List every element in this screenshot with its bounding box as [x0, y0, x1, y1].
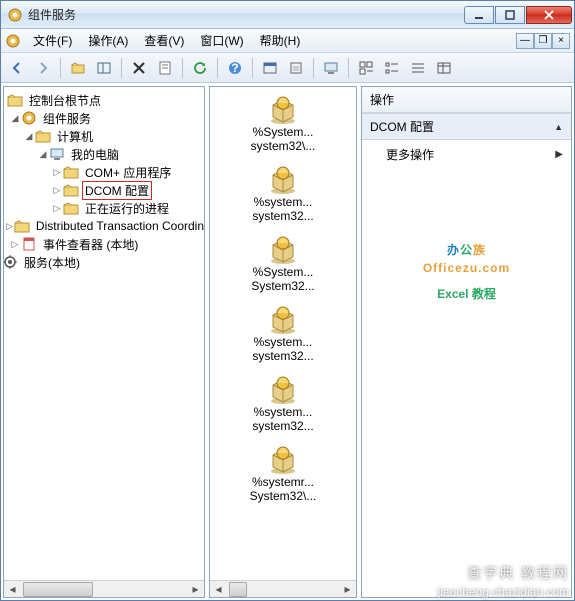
tree-dcom-config[interactable]: ▷ DCOM 配置 — [6, 181, 202, 199]
package-icon — [267, 233, 299, 265]
minimize-button[interactable] — [464, 6, 494, 24]
tree-event-viewer[interactable]: ▷ 事件查看器 (本地) — [6, 235, 202, 253]
watermark: 办公族 Officezu.com Excel 教程 — [423, 229, 510, 304]
actions-section-label: DCOM 配置 — [370, 118, 434, 135]
actions-pane: 操作 DCOM 配置 ▲ 更多操作 ▶ 办公族 Officezu.com Exc… — [361, 86, 572, 598]
mdi-close-button[interactable]: × — [552, 33, 570, 49]
toolbar-misc-2[interactable] — [284, 56, 308, 80]
collapse-icon: ▲ — [554, 122, 563, 132]
list-item-line2: system32... — [252, 349, 313, 363]
twisty-icon[interactable]: ▷ — [52, 203, 62, 214]
list-item[interactable]: %System...System32... — [210, 233, 356, 293]
twisty-icon[interactable]: ▷ — [10, 239, 20, 250]
menu-action[interactable]: 操作(A) — [80, 29, 136, 52]
twisty-icon[interactable]: ◢ — [38, 149, 48, 160]
tree-pane: 控制台根节点 ◢ 组件服务 ◢ 计算机 ◢ 我的电脑 — [3, 86, 205, 598]
show-hide-tree-button[interactable] — [92, 56, 116, 80]
package-icon — [267, 373, 299, 405]
list-item-line1: %systemr... — [252, 475, 314, 489]
tree-com-plus-apps[interactable]: ▷ COM+ 应用程序 — [6, 163, 202, 181]
list-item-line1: %system... — [254, 405, 313, 419]
twisty-icon[interactable]: ▷ — [52, 167, 62, 178]
app-icon-small — [5, 33, 21, 49]
tree-running-processes[interactable]: ▷ 正在运行的进程 — [6, 199, 202, 217]
list-item-line2: system32... — [252, 209, 313, 223]
delete-button[interactable] — [127, 56, 151, 80]
view-large-icons-button[interactable] — [354, 56, 378, 80]
actions-more-label: 更多操作 — [386, 146, 434, 163]
twisty-icon[interactable]: ◢ — [10, 113, 20, 124]
titlebar: 组件服务 — [1, 1, 574, 29]
list-item[interactable]: %system...system32... — [210, 163, 356, 223]
view-small-icons-button[interactable] — [380, 56, 404, 80]
actions-more[interactable]: 更多操作 ▶ — [362, 140, 571, 169]
menu-view[interactable]: 查看(V) — [136, 29, 192, 52]
window-title: 组件服务 — [28, 6, 463, 23]
refresh-button[interactable] — [188, 56, 212, 80]
computer-icon-button[interactable] — [319, 56, 343, 80]
tree-component-services[interactable]: ◢ 组件服务 — [6, 109, 202, 127]
toolbar-misc-1[interactable] — [258, 56, 282, 80]
menu-help[interactable]: 帮助(H) — [252, 29, 309, 52]
tree-my-computer[interactable]: ◢ 我的电脑 — [6, 145, 202, 163]
forward-button[interactable] — [31, 56, 55, 80]
up-folder-button[interactable] — [66, 56, 90, 80]
list-item[interactable]: %System...system32\... — [210, 93, 356, 153]
maximize-button[interactable] — [495, 6, 525, 24]
view-list-button[interactable] — [406, 56, 430, 80]
app-icon — [7, 7, 23, 23]
properties-button[interactable] — [153, 56, 177, 80]
package-icon — [267, 443, 299, 475]
actions-section[interactable]: DCOM 配置 ▲ — [362, 113, 571, 140]
package-icon — [267, 93, 299, 125]
toolbar: ? — [1, 53, 574, 83]
tree-computers[interactable]: ◢ 计算机 — [6, 127, 202, 145]
list-item-line1: %System... — [253, 125, 314, 139]
tree-dtc[interactable]: ▷ Distributed Transaction Coordinator — [6, 217, 202, 235]
back-button[interactable] — [5, 56, 29, 80]
package-icon — [267, 303, 299, 335]
list-item-line2: System32\... — [250, 489, 317, 503]
list-item-line1: %system... — [254, 335, 313, 349]
list-pane: %System...system32\...%system...system32… — [209, 86, 357, 598]
actions-header: 操作 — [362, 87, 571, 113]
mdi-minimize-button[interactable]: — — [516, 33, 534, 49]
help-button[interactable]: ? — [223, 56, 247, 80]
view-details-button[interactable] — [432, 56, 456, 80]
close-button[interactable] — [526, 6, 572, 24]
list-item-line2: system32... — [252, 419, 313, 433]
menu-window[interactable]: 窗口(W) — [192, 29, 251, 52]
package-icon — [267, 163, 299, 195]
twisty-icon[interactable]: ◢ — [24, 131, 34, 142]
list-item-line1: %System... — [253, 265, 314, 279]
menu-file[interactable]: 文件(F) — [25, 29, 80, 52]
mdi-restore-button[interactable]: ❐ — [534, 33, 552, 49]
twisty-icon[interactable]: ▷ — [6, 221, 13, 232]
chevron-right-icon: ▶ — [555, 149, 563, 160]
list-item[interactable]: %systemr...System32\... — [210, 443, 356, 503]
list-item[interactable]: %system...system32... — [210, 373, 356, 433]
menubar: 文件(F) 操作(A) 查看(V) 窗口(W) 帮助(H) — ❐ × — [1, 29, 574, 53]
tree-root[interactable]: 控制台根节点 — [6, 91, 202, 109]
list-item-line2: System32... — [251, 279, 314, 293]
svg-text:?: ? — [231, 61, 238, 75]
list-item-line1: %system... — [254, 195, 313, 209]
twisty-icon[interactable]: ▷ — [52, 185, 62, 196]
tree-services[interactable]: 服务(本地) — [6, 253, 202, 271]
list-item[interactable]: %system...system32... — [210, 303, 356, 363]
list-scrollbar[interactable]: ◂ ▸ — [210, 580, 356, 597]
tree-scrollbar[interactable]: ◂ ▸ — [4, 580, 204, 597]
list-item-line2: system32\... — [251, 139, 316, 153]
